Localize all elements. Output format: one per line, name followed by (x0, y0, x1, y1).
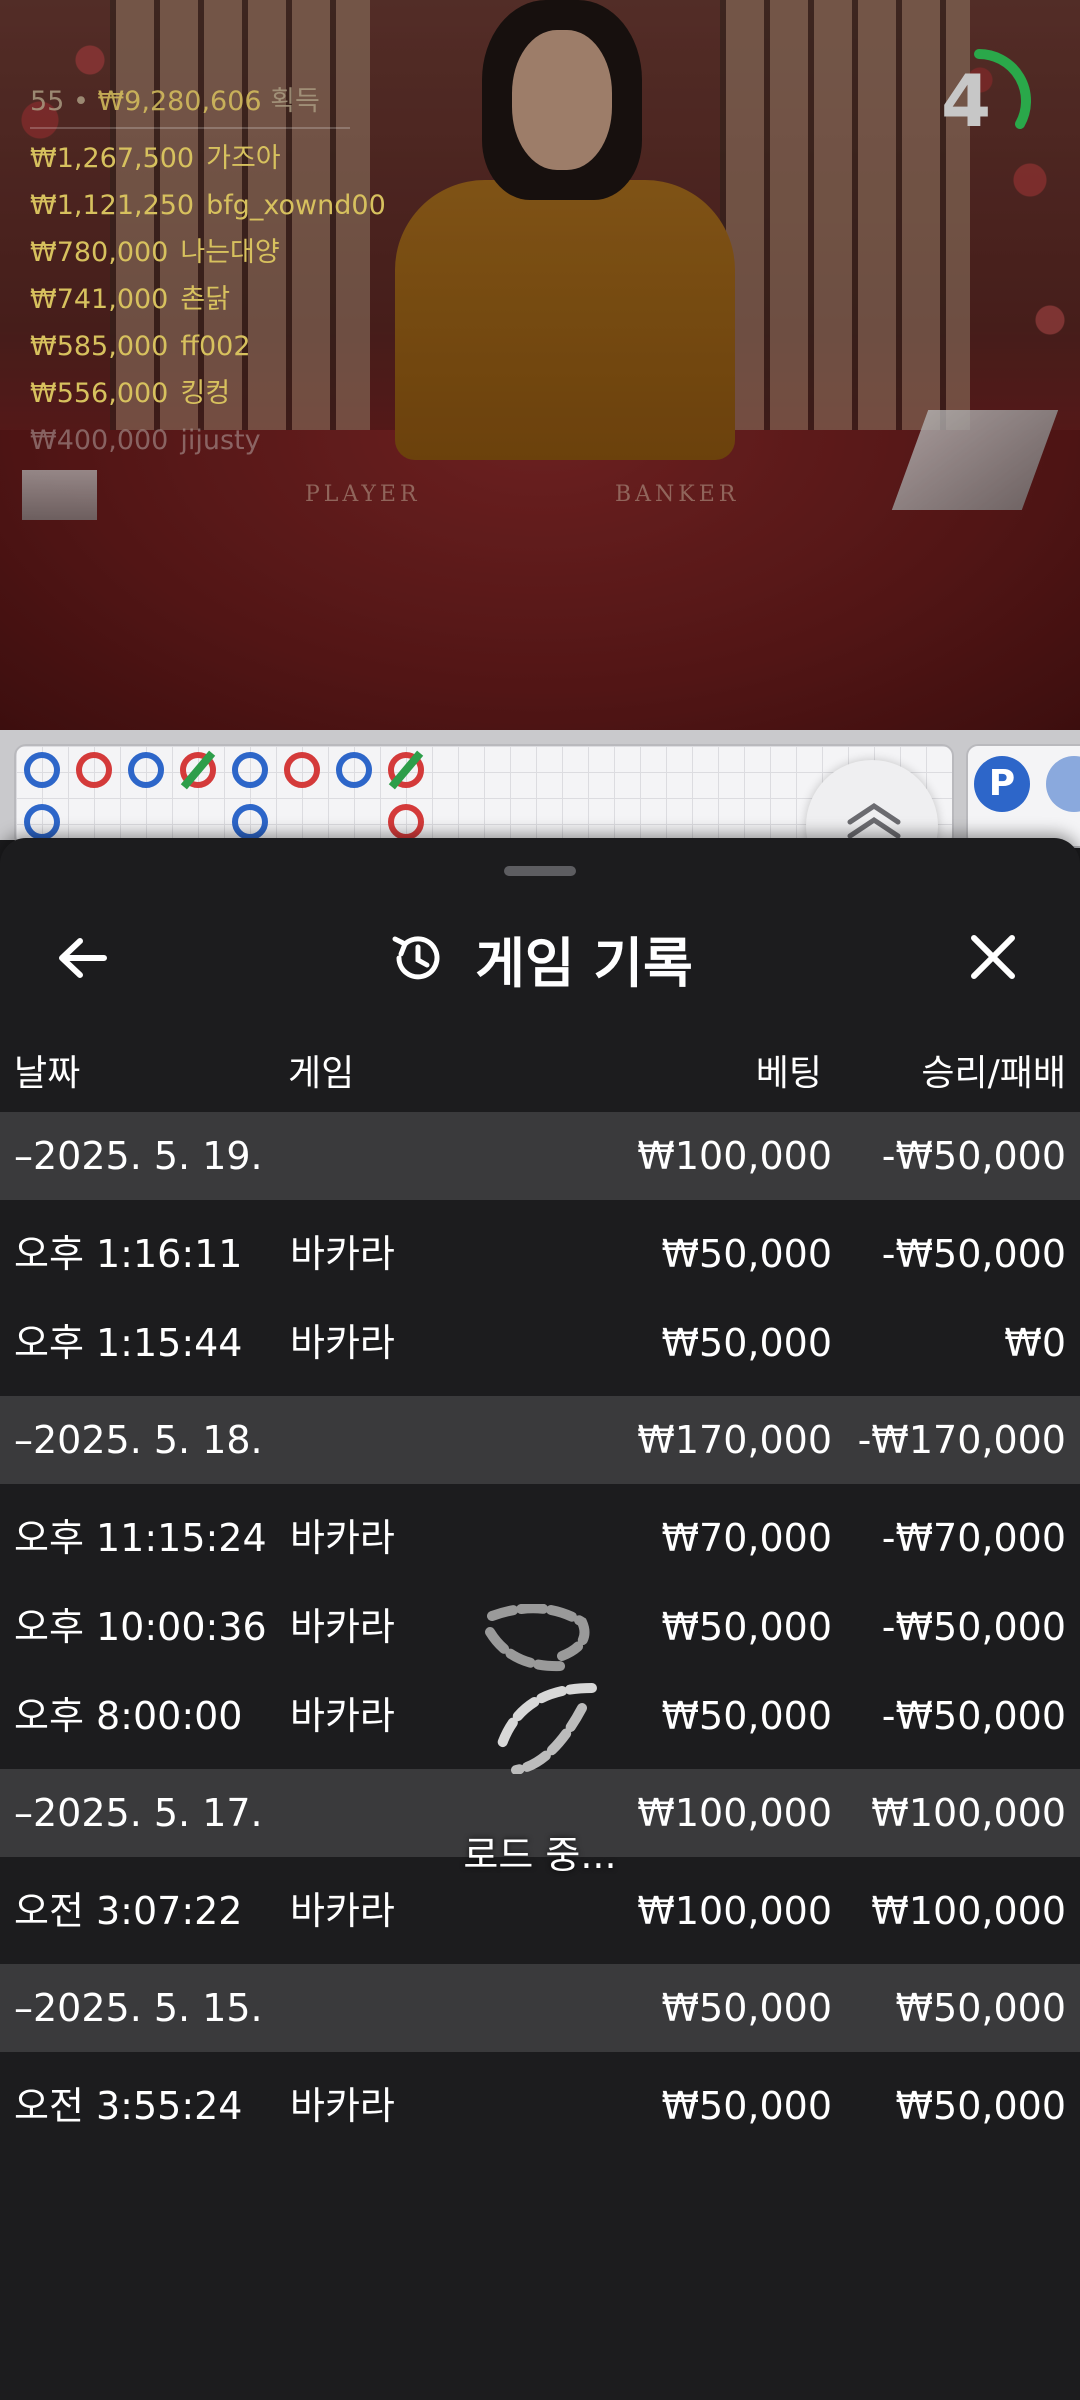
leaderboard-amount: ₩780,000 (30, 237, 169, 268)
date-group-header[interactable]: –2025. 5. 18. ₩170,000 -₩170,000 (0, 1396, 1080, 1484)
row-time: 오후 10:00:36 (14, 1605, 267, 1649)
row-bet: ₩50,000 (661, 1232, 832, 1276)
row-time: 오후 1:15:44 (14, 1321, 243, 1365)
row-time: 오전 3:07:22 (14, 1889, 243, 1933)
leaderboard-row: ₩556,000 킹컹 (30, 370, 386, 417)
loading-text: 로드 중... (463, 1833, 617, 1877)
leaderboard-total: ₩9,280,606 (97, 86, 262, 117)
history-row[interactable]: 오후 1:15:44 바카라 ₩50,000 ₩0 (0, 1299, 1080, 1387)
row-win-loss: ₩50,000 (895, 2084, 1066, 2128)
group-bet-total: ₩100,000 (637, 1134, 832, 1178)
row-time: 오후 11:15:24 (14, 1516, 267, 1560)
group-date: –2025. 5. 18. (14, 1418, 263, 1462)
row-game: 바카라 (290, 1694, 395, 1738)
leaderboard-row: ₩1,121,250 bfg_xownd00 (30, 182, 386, 229)
round-timer: 4 (920, 42, 1038, 160)
bead-road-mark (284, 752, 320, 788)
leaderboard-name: bfg_xownd00 (206, 190, 386, 221)
column-header-game: 게임 (288, 1053, 355, 1094)
leaderboard-amount: ₩741,000 (30, 284, 169, 315)
row-bet: ₩50,000 (661, 2084, 832, 2128)
leaderboard-row: ₩400,000 jijusty (30, 417, 386, 464)
row-win-loss: -₩50,000 (881, 1694, 1066, 1738)
winners-leaderboard: 55 • ₩9,280,606 획득 ₩1,267,500 가즈아 ₩1,121,2… (30, 78, 386, 464)
column-header-win-loss: 승리/패배 (921, 1053, 1066, 1094)
leaderboard-amount: ₩556,000 (30, 378, 169, 409)
history-row[interactable]: 오후 1:16:11 바카라 ₩50,000 -₩50,000 (0, 1210, 1080, 1298)
group-bet-total: ₩50,000 (661, 1986, 832, 2030)
close-button[interactable] (950, 918, 1036, 998)
row-game: 바카라 (290, 1516, 395, 1560)
row-game: 바카라 (290, 2084, 395, 2128)
bead-road-mark (232, 752, 268, 788)
bead-road-mark (24, 752, 60, 788)
date-group-header[interactable]: –2025. 5. 15. ₩50,000 ₩50,000 (0, 1964, 1080, 2052)
row-win-loss: -₩50,000 (881, 1232, 1066, 1276)
row-game: 바카라 (290, 1232, 395, 1276)
group-win-loss-total: -₩50,000 (881, 1134, 1066, 1178)
back-button[interactable] (44, 923, 130, 993)
row-game: 바카라 (290, 1605, 395, 1649)
leaderboard-name: jijusty (180, 425, 261, 456)
history-row[interactable]: 오전 3:07:22 바카라 ₩100,000 ₩100,000 (0, 1867, 1080, 1955)
bead-road-mark (76, 752, 112, 788)
history-row[interactable]: 오전 3:55:24 바카라 ₩50,000 ₩50,000 (0, 2062, 1080, 2150)
group-date: –2025. 5. 15. (14, 1986, 263, 2030)
bead-road-mark (128, 752, 164, 788)
group-date: –2025. 5. 19. (14, 1134, 263, 1178)
sheet-title: 게임 기록 (475, 931, 693, 995)
row-bet: ₩50,000 (661, 1605, 832, 1649)
leaderboard-row: ₩1,267,500 가즈아 (30, 135, 386, 182)
leaderboard-amount: ₩1,121,250 (30, 190, 195, 221)
leaderboard-amount: ₩585,000 (30, 331, 169, 362)
row-time: 오후 1:16:11 (14, 1232, 243, 1276)
date-group-header[interactable]: –2025. 5. 19. ₩100,000 -₩50,000 (0, 1112, 1080, 1200)
row-time: 오후 8:00:00 (14, 1694, 243, 1738)
close-x-icon (971, 935, 1015, 979)
leaderboard-count: 55 (30, 86, 65, 117)
leaderboard-name: 촌닭 (180, 284, 231, 315)
column-header-date: 날짜 (14, 1053, 81, 1094)
row-bet: ₩100,000 (637, 1889, 832, 1933)
leaderboard-amount: ₩400,000 (30, 425, 169, 456)
history-clock-icon (392, 936, 440, 980)
leaderboard-header: 55 • ₩9,280,606 획득 (30, 78, 350, 129)
leaderboard-name: 킹컹 (180, 378, 231, 409)
leaderboard-row: ₩585,000 ff002 (30, 323, 386, 370)
row-bet: ₩70,000 (661, 1516, 832, 1560)
row-game: 바카라 (290, 1889, 395, 1933)
row-bet: ₩50,000 (661, 1321, 832, 1365)
leaderboard-amount: ₩1,267,500 (30, 143, 195, 174)
arrow-left-icon (59, 938, 107, 978)
row-bet: ₩50,000 (661, 1694, 832, 1738)
row-time: 오전 3:55:24 (14, 2084, 243, 2128)
leaderboard-row: ₩780,000 나는대양 (30, 229, 386, 276)
timer-number: 4 (940, 59, 992, 143)
bead-road-mark (388, 804, 424, 840)
row-win-loss: ₩100,000 (871, 1889, 1066, 1933)
leaderboard-name: ff002 (180, 331, 251, 362)
leaderboard-label: 획득 (270, 86, 320, 117)
leaderboard-row: ₩741,000 촌닭 (30, 276, 386, 323)
row-win-loss: ₩0 (1004, 1321, 1066, 1365)
bead-road-mark (24, 804, 60, 840)
live-video: PLAYER BANKER 55 • ₩9,280,606 획득 ₩1,267,… (0, 0, 1080, 730)
row-win-loss: -₩50,000 (881, 1605, 1066, 1649)
group-bet-total: ₩170,000 (637, 1418, 832, 1462)
sheet-header: 게임 기록 (0, 898, 1080, 1018)
row-win-loss: -₩70,000 (881, 1516, 1066, 1560)
row-game: 바카라 (290, 1321, 395, 1365)
leaderboard-name: 가즈아 (206, 143, 281, 174)
loading-spinner-icon (482, 1603, 598, 1775)
player-prediction-chip[interactable]: P (974, 756, 1030, 812)
sheet-drag-handle[interactable] (504, 866, 576, 876)
leaderboard-name: 나는대양 (180, 237, 280, 268)
history-row[interactable]: 오후 11:15:24 바카라 ₩70,000 -₩70,000 (0, 1494, 1080, 1582)
group-win-loss-total: -₩170,000 (857, 1418, 1066, 1462)
group-win-loss-total: ₩50,000 (895, 1986, 1066, 2030)
column-header-bet: 베팅 (755, 1053, 822, 1094)
bead-road-mark (336, 752, 372, 788)
bead-road-mark (232, 804, 268, 840)
